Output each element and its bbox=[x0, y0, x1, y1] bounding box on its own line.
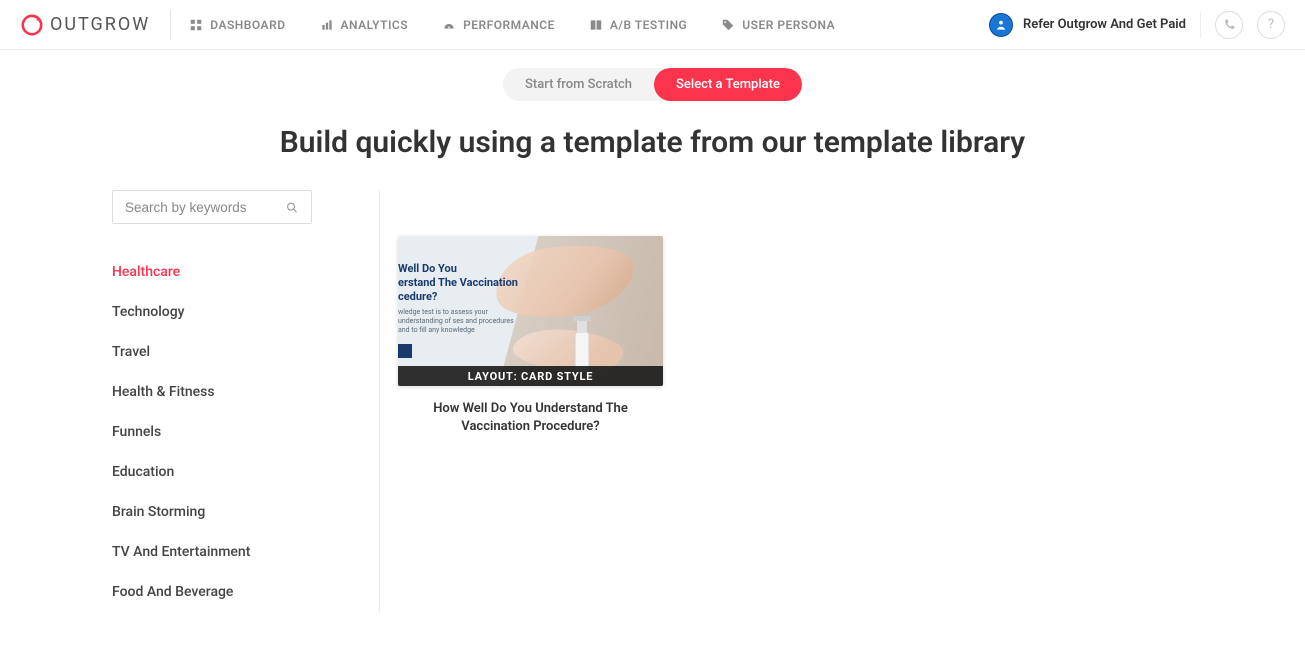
layout-badge: LAYOUT: CARD STYLE bbox=[398, 366, 663, 386]
nav-label: A/B TESTING bbox=[610, 18, 687, 32]
category-item-funnels[interactable]: Funnels bbox=[112, 412, 369, 452]
tabs-pill: Start from Scratch Select a Template bbox=[503, 68, 802, 101]
search-box[interactable] bbox=[112, 190, 312, 224]
nav-label: DASHBOARD bbox=[210, 18, 285, 32]
template-card[interactable]: Well Do You erstand The Vaccination cedu… bbox=[398, 236, 663, 436]
bar-chart-icon bbox=[320, 18, 334, 32]
nav-performance[interactable]: PERFORMANCE bbox=[442, 18, 555, 32]
ab-icon bbox=[589, 18, 603, 32]
category-item-healthcare[interactable]: Healthcare bbox=[112, 252, 369, 292]
main-content: Healthcare Technology Travel Health & Fi… bbox=[0, 190, 1305, 612]
thumb-heading-line: cedure? bbox=[398, 290, 523, 304]
nav-ab-testing[interactable]: A/B TESTING bbox=[589, 18, 687, 32]
app-header: OUTGROW DASHBOARD ANALYTICS PERFORMANCE … bbox=[0, 0, 1305, 50]
page-title: Build quickly using a template from our … bbox=[0, 111, 1305, 190]
category-item-tv-entertainment[interactable]: TV And Entertainment bbox=[112, 532, 369, 572]
template-card-title: How Well Do You Understand The Vaccinati… bbox=[398, 386, 663, 436]
tab-select-template[interactable]: Select a Template bbox=[654, 68, 802, 101]
refer-badge-icon bbox=[989, 13, 1013, 37]
tab-start-from-scratch[interactable]: Start from Scratch bbox=[503, 68, 654, 101]
header-right: Refer Outgrow And Get Paid ? bbox=[989, 11, 1285, 39]
nav-analytics[interactable]: ANALYTICS bbox=[320, 18, 409, 32]
divider bbox=[1200, 12, 1201, 38]
mini-square-icon bbox=[398, 344, 412, 358]
nav-label: USER PERSONA bbox=[742, 18, 835, 32]
thumb-mini-button-row bbox=[398, 343, 412, 362]
category-item-food-beverage[interactable]: Food And Beverage bbox=[112, 572, 369, 612]
mode-tabs: Start from Scratch Select a Template bbox=[0, 50, 1305, 111]
nav-dashboard[interactable]: DASHBOARD bbox=[189, 18, 285, 32]
category-list: Healthcare Technology Travel Health & Fi… bbox=[112, 252, 369, 612]
outgrow-logo-icon bbox=[20, 13, 44, 37]
search-icon bbox=[285, 200, 299, 215]
nav-label: PERFORMANCE bbox=[463, 18, 555, 32]
thumb-text-overlay: Well Do You erstand The Vaccination cedu… bbox=[398, 262, 531, 336]
phone-icon bbox=[1223, 18, 1236, 31]
tag-icon bbox=[721, 18, 735, 32]
search-input[interactable] bbox=[125, 200, 285, 215]
template-grid: Well Do You erstand The Vaccination cedu… bbox=[380, 190, 1305, 612]
category-item-travel[interactable]: Travel bbox=[112, 332, 369, 372]
thumb-heading-line: Well Do You bbox=[398, 262, 523, 276]
category-sidebar: Healthcare Technology Travel Health & Fi… bbox=[112, 190, 380, 612]
category-item-brain-storming[interactable]: Brain Storming bbox=[112, 492, 369, 532]
help-button[interactable]: ? bbox=[1257, 11, 1285, 39]
nav-user-persona[interactable]: USER PERSONA bbox=[721, 18, 835, 32]
thumb-subtext: wledge test is to assess your understand… bbox=[398, 308, 523, 335]
thumb-heading-line: erstand The Vaccination bbox=[398, 276, 523, 290]
logo-text: OUTGROW bbox=[50, 14, 150, 35]
category-item-education[interactable]: Education bbox=[112, 452, 369, 492]
question-icon: ? bbox=[1268, 17, 1274, 32]
top-nav: DASHBOARD ANALYTICS PERFORMANCE A/B TEST… bbox=[189, 18, 835, 32]
refer-link[interactable]: Refer Outgrow And Get Paid bbox=[989, 13, 1186, 37]
logo[interactable]: OUTGROW bbox=[20, 10, 171, 40]
template-thumbnail: Well Do You erstand The Vaccination cedu… bbox=[398, 236, 663, 386]
category-item-health-fitness[interactable]: Health & Fitness bbox=[112, 372, 369, 412]
nav-label: ANALYTICS bbox=[341, 18, 409, 32]
grid-icon bbox=[189, 18, 203, 32]
refer-label: Refer Outgrow And Get Paid bbox=[1023, 17, 1186, 32]
category-item-technology[interactable]: Technology bbox=[112, 292, 369, 332]
gauge-icon bbox=[442, 18, 456, 32]
phone-button[interactable] bbox=[1215, 11, 1243, 39]
